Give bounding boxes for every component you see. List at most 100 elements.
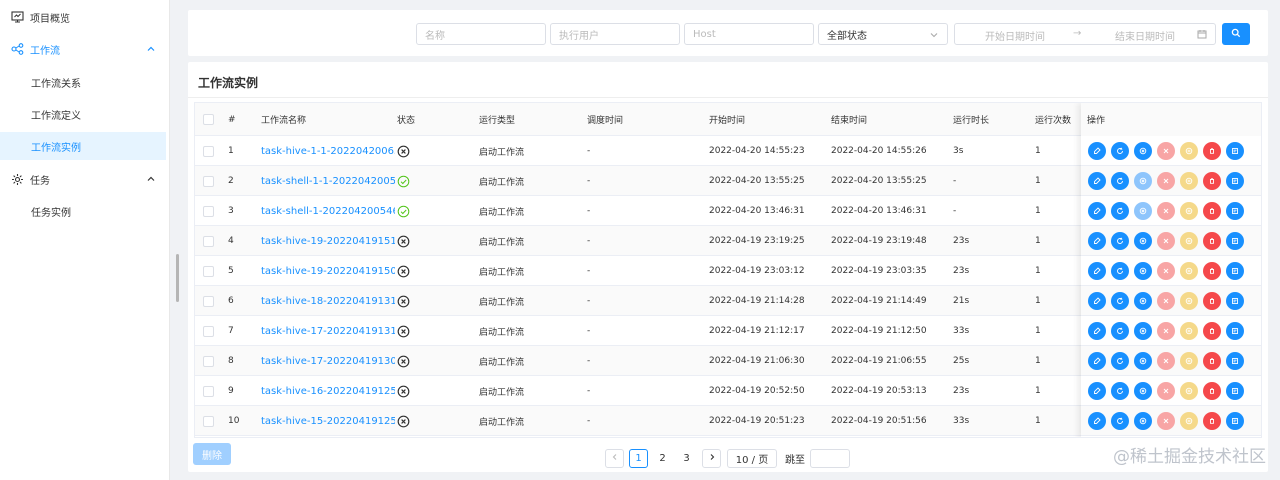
rerun-button[interactable]: [1111, 142, 1129, 160]
gantt-button[interactable]: [1226, 352, 1244, 370]
next-page-button[interactable]: [702, 449, 721, 468]
cell-workflow-name[interactable]: task-shell-1-202204200546: [261, 206, 395, 217]
pause-button[interactable]: [1180, 412, 1198, 430]
sidebar-item-project-overview[interactable]: 项目概览: [0, 3, 166, 31]
stop-button[interactable]: [1134, 142, 1152, 160]
select-all-checkbox[interactable]: [203, 103, 214, 136]
delete-button[interactable]: [1203, 262, 1221, 280]
stop-button[interactable]: [1134, 232, 1152, 250]
cell-workflow-name[interactable]: task-hive-19-202204191519: [261, 236, 395, 247]
cell-workflow-name[interactable]: task-hive-16-202204191252: [261, 386, 395, 397]
pause-button[interactable]: [1180, 292, 1198, 310]
stop-button[interactable]: [1134, 352, 1152, 370]
sidebar-item-workflow-definition[interactable]: 工作流定义: [0, 100, 166, 128]
stop-button[interactable]: [1134, 262, 1152, 280]
close-button[interactable]: [1157, 322, 1175, 340]
close-button[interactable]: [1157, 412, 1175, 430]
close-button[interactable]: [1157, 382, 1175, 400]
rerun-button[interactable]: [1111, 322, 1129, 340]
delete-button[interactable]: 删除: [193, 443, 231, 465]
sidebar-item-workflow-relation[interactable]: 工作流关系: [0, 68, 166, 96]
stop-button[interactable]: [1134, 172, 1152, 190]
pause-button[interactable]: [1180, 232, 1198, 250]
cell-workflow-name[interactable]: task-hive-17-202204191306: [261, 356, 395, 367]
page-2-button[interactable]: 2: [653, 449, 672, 468]
close-button[interactable]: [1157, 202, 1175, 220]
close-button[interactable]: [1157, 142, 1175, 160]
row-checkbox[interactable]: [203, 406, 214, 436]
edit-button[interactable]: [1088, 202, 1106, 220]
rerun-button[interactable]: [1111, 232, 1129, 250]
delete-button[interactable]: [1203, 142, 1221, 160]
pause-button[interactable]: [1180, 142, 1198, 160]
rerun-button[interactable]: [1111, 262, 1129, 280]
cell-workflow-name[interactable]: task-hive-15-202204191251: [261, 416, 395, 427]
rerun-button[interactable]: [1111, 352, 1129, 370]
edit-button[interactable]: [1088, 382, 1106, 400]
delete-button[interactable]: [1203, 412, 1221, 430]
pause-button[interactable]: [1180, 262, 1198, 280]
sidebar-item-task-instance[interactable]: 任务实例: [0, 197, 166, 225]
cell-workflow-name[interactable]: task-hive-17-202204191312: [261, 326, 395, 337]
prev-page-button[interactable]: [605, 449, 624, 468]
search-button[interactable]: [1222, 23, 1250, 45]
page-size-select[interactable]: 10 / 页: [727, 449, 777, 468]
row-checkbox[interactable]: [203, 346, 214, 376]
row-checkbox[interactable]: [203, 256, 214, 286]
page-3-button[interactable]: 3: [677, 449, 696, 468]
gantt-button[interactable]: [1226, 172, 1244, 190]
cell-workflow-name[interactable]: task-hive-18-202204191314: [261, 296, 395, 307]
sidebar-item-workflow-instance[interactable]: 工作流实例: [0, 132, 166, 160]
gantt-button[interactable]: [1226, 202, 1244, 220]
page-1-button[interactable]: 1: [629, 449, 648, 468]
cell-workflow-name[interactable]: task-shell-1-1-20220420055: [261, 176, 395, 187]
close-button[interactable]: [1157, 172, 1175, 190]
close-button[interactable]: [1157, 292, 1175, 310]
edit-button[interactable]: [1088, 232, 1106, 250]
sidebar-item-task[interactable]: 任务: [0, 165, 166, 193]
sidebar-scrollbar[interactable]: [176, 254, 179, 302]
user-search-input[interactable]: 执行用户: [550, 23, 680, 45]
edit-button[interactable]: [1088, 352, 1106, 370]
rerun-button[interactable]: [1111, 382, 1129, 400]
pause-button[interactable]: [1180, 172, 1198, 190]
edit-button[interactable]: [1088, 322, 1106, 340]
edit-button[interactable]: [1088, 262, 1106, 280]
delete-button[interactable]: [1203, 292, 1221, 310]
edit-button[interactable]: [1088, 142, 1106, 160]
gantt-button[interactable]: [1226, 322, 1244, 340]
gantt-button[interactable]: [1226, 412, 1244, 430]
rerun-button[interactable]: [1111, 412, 1129, 430]
stop-button[interactable]: [1134, 202, 1152, 220]
rerun-button[interactable]: [1111, 172, 1129, 190]
pause-button[interactable]: [1180, 322, 1198, 340]
stop-button[interactable]: [1134, 292, 1152, 310]
delete-button[interactable]: [1203, 322, 1221, 340]
row-checkbox[interactable]: [203, 196, 214, 226]
row-checkbox[interactable]: [203, 376, 214, 406]
delete-button[interactable]: [1203, 172, 1221, 190]
sidebar-item-workflow[interactable]: 工作流: [0, 35, 166, 63]
stop-button[interactable]: [1134, 382, 1152, 400]
delete-button[interactable]: [1203, 352, 1221, 370]
gantt-button[interactable]: [1226, 292, 1244, 310]
date-range-picker[interactable]: 开始日期时间 → 结束日期时间: [954, 23, 1216, 45]
gantt-button[interactable]: [1226, 142, 1244, 160]
close-button[interactable]: [1157, 232, 1175, 250]
rerun-button[interactable]: [1111, 292, 1129, 310]
row-checkbox[interactable]: [203, 226, 214, 256]
edit-button[interactable]: [1088, 412, 1106, 430]
pause-button[interactable]: [1180, 382, 1198, 400]
stop-button[interactable]: [1134, 412, 1152, 430]
name-search-input[interactable]: 名称: [416, 23, 546, 45]
stop-button[interactable]: [1134, 322, 1152, 340]
edit-button[interactable]: [1088, 172, 1106, 190]
rerun-button[interactable]: [1111, 202, 1129, 220]
close-button[interactable]: [1157, 352, 1175, 370]
row-checkbox[interactable]: [203, 316, 214, 346]
host-search-input[interactable]: Host: [684, 23, 814, 45]
status-select[interactable]: 全部状态: [818, 23, 948, 45]
goto-page-input[interactable]: [810, 449, 850, 468]
cell-workflow-name[interactable]: task-hive-1-1-20220420065: [261, 146, 395, 157]
gantt-button[interactable]: [1226, 232, 1244, 250]
